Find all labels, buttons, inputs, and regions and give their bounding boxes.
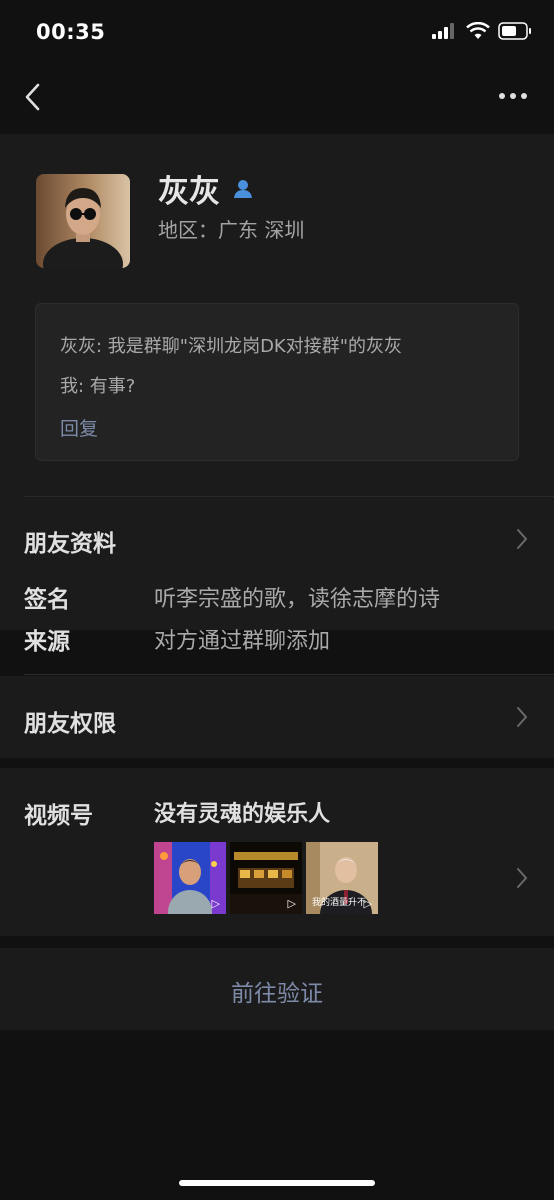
channels-thumbnails: ▷ ▷ 我的酒量升不 ▷ (154, 842, 378, 914)
more-icon[interactable] (498, 90, 528, 102)
name-row: 灰灰 (158, 166, 254, 211)
battery-icon (498, 22, 531, 40)
reply-link[interactable]: 回复 (60, 414, 98, 441)
verify-button[interactable]: 前往验证 (0, 974, 554, 1008)
chevron-right-icon (517, 529, 528, 549)
signature-label: 签名 (24, 587, 70, 613)
video-thumbnail[interactable]: ▷ (154, 842, 226, 914)
profile-name: 灰灰 (158, 174, 220, 210)
channels-row[interactable]: 视频号 没有灵魂的娱乐人 ▷ ▷ 我的酒量升不 ▷ (0, 768, 554, 936)
video-caption: 我的酒量升不 (312, 898, 367, 908)
play-icon: ▷ (211, 897, 220, 910)
permissions-row[interactable]: 朋友权限 (0, 676, 554, 758)
divider (24, 674, 554, 675)
avatar[interactable] (36, 174, 130, 268)
greeting-line-1: 灰灰: 我是群聊"深圳龙岗DK对接群"的灰灰 (60, 336, 403, 357)
status-bar: 00:35 (0, 0, 554, 64)
wifi-icon (466, 22, 490, 39)
home-indicator[interactable] (179, 1180, 375, 1186)
chevron-right-icon (517, 707, 528, 727)
source-label: 来源 (24, 629, 70, 655)
signal-icon (432, 23, 454, 39)
play-icon: ▷ (287, 897, 296, 910)
play-icon: ▷ (363, 897, 372, 910)
contact-person-icon (234, 179, 252, 198)
signature-value: 听李宗盛的歌，读徐志摩的诗 (154, 587, 441, 612)
source-value: 对方通过群聊添加 (154, 629, 331, 654)
video-thumbnail[interactable]: ▷ (230, 842, 302, 914)
status-icons (432, 22, 532, 40)
greeting-line-2: 我: 有事? (60, 376, 136, 397)
video-thumbnail[interactable]: 我的酒量升不 ▷ (306, 842, 378, 914)
profile-region: 地区：广东 深圳 (158, 218, 305, 242)
status-time: 00:35 (36, 20, 106, 44)
verify-section: 前往验证 (0, 948, 554, 1030)
greeting-message-card: 灰灰: 我是群聊"深圳龙岗DK对接群"的灰灰 我: 有事? 回复 (35, 303, 519, 461)
channels-title: 没有灵魂的娱乐人 (154, 802, 331, 827)
friend-info-row[interactable]: 朋友资料 (24, 524, 116, 558)
channels-label: 视频号 (24, 803, 93, 829)
back-icon[interactable] (20, 80, 48, 114)
chevron-right-icon (517, 868, 528, 888)
profile-section: 灰灰 地区：广东 深圳 灰灰: 我是群聊"深圳龙岗DK对接群"的灰灰 我: 有事… (0, 134, 554, 655)
nav-bar (0, 64, 554, 134)
permissions-label: 朋友权限 (24, 711, 116, 737)
divider (24, 496, 554, 497)
